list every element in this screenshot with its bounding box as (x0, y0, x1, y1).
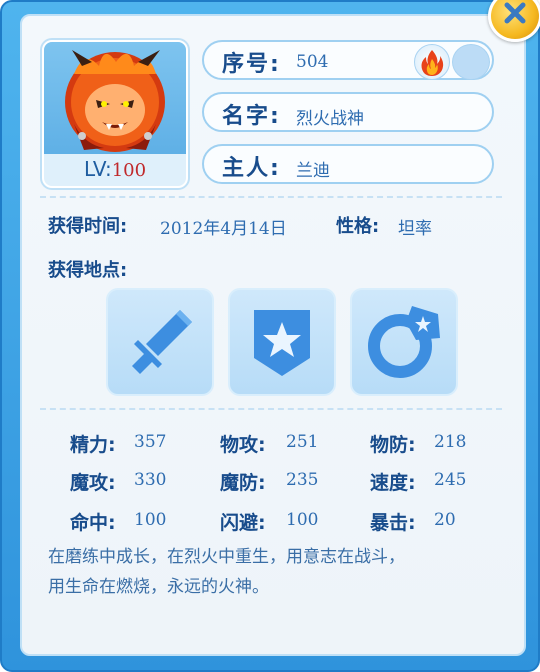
obtain-location-label: 获得地点: (48, 260, 128, 281)
stat-value: 357 (134, 432, 167, 452)
sword-icon (132, 310, 192, 374)
close-icon (504, 2, 526, 24)
location-tile-shield[interactable] (228, 288, 336, 396)
stat-label: 物防: (370, 434, 416, 456)
owner-value: 兰迪 (296, 161, 330, 181)
stat-value: 245 (434, 470, 467, 490)
owner-label: 主人: (222, 156, 281, 181)
obtain-time-label: 获得时间: (48, 216, 128, 237)
fire-god-portrait (65, 50, 165, 152)
number-value: 504 (296, 52, 329, 72)
level-label: LV: (83, 157, 112, 181)
stat-value: 20 (434, 510, 456, 530)
stat-label: 物攻: (220, 434, 266, 456)
pet-avatar: LV:100 (42, 40, 188, 188)
stat-value: 251 (286, 432, 319, 452)
shield-star-icon (254, 310, 310, 376)
stat-value: 235 (286, 470, 319, 490)
number-field: 序号: 504 (202, 40, 494, 80)
stat-label: 精力: (70, 434, 116, 456)
nature-label: 性格: (336, 216, 380, 237)
name-label: 名字: (222, 104, 281, 129)
stat-value: 330 (134, 470, 167, 490)
stat-label: 闪避: (220, 512, 266, 534)
divider-top (40, 196, 502, 198)
stat-label: 魔攻: (70, 472, 116, 494)
stat-label: 速度: (370, 472, 416, 494)
nature-value: 坦率 (398, 219, 432, 239)
fire-element-badge[interactable] (414, 44, 450, 80)
name-field: 名字: 烈火战神 (202, 92, 494, 132)
ring-star-icon (368, 306, 440, 378)
stat-value: 218 (434, 432, 467, 452)
location-tile-sword[interactable] (106, 288, 214, 396)
owner-field: 主人: 兰迪 (202, 144, 494, 184)
number-label: 序号: (222, 52, 281, 77)
name-value: 烈火战神 (296, 109, 364, 129)
stat-value: 100 (286, 510, 319, 530)
stat-label: 暴击: (370, 512, 416, 534)
secondary-element-badge[interactable] (452, 44, 490, 80)
fire-icon (421, 50, 444, 76)
divider-bottom (40, 408, 502, 410)
stat-label: 魔防: (220, 472, 266, 494)
description-line-2: 用生命在燃烧，永远的火神。 (48, 577, 269, 597)
location-tile-ring[interactable] (350, 288, 458, 396)
level-row: LV:100 (44, 154, 186, 184)
stat-value: 100 (134, 510, 167, 530)
pet-description: 在磨练中成长，在烈火中重生，用意志在战斗， 用生命在燃烧，永远的火神。 (48, 542, 498, 602)
level-value: 100 (111, 160, 147, 181)
stat-label: 命中: (70, 512, 116, 534)
obtain-time-value: 2012年4月14日 (160, 219, 287, 239)
description-line-1: 在磨练中成长，在烈火中重生，用意志在战斗， (48, 547, 405, 567)
